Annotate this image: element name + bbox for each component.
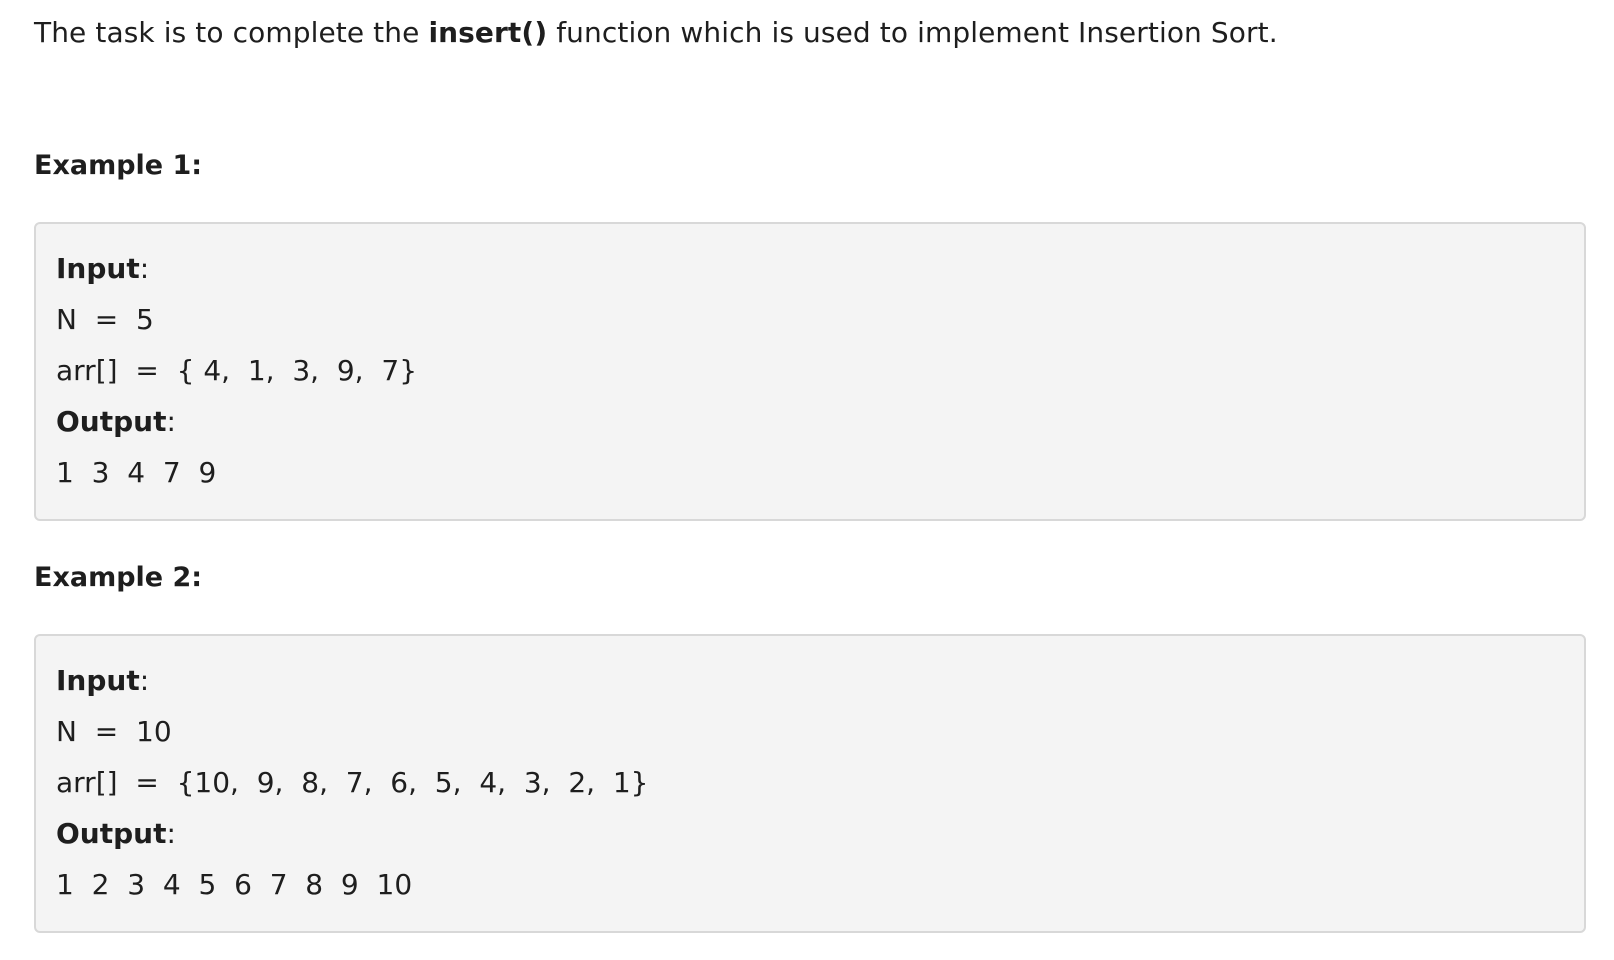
task-statement-suffix: function which is used to implement Inse… <box>547 16 1278 49</box>
output-value: 1 3 4 7 9 <box>56 456 217 489</box>
output-label: Output: <box>56 817 176 850</box>
example-2-box: Input: N = 10 arr[] = {10, 9, 8, 7, 6, 5… <box>34 634 1586 933</box>
task-statement-prefix: The task is to complete the <box>34 16 429 49</box>
example-2-heading: Example 2: <box>34 562 203 593</box>
function-name: insert() <box>428 16 548 49</box>
array-value: arr[] = { 4, 1, 3, 9, 7} <box>56 354 418 387</box>
example-1-heading: Example 1: <box>34 150 203 181</box>
task-statement: The task is to complete the insert() fun… <box>34 14 1278 52</box>
n-value: N = 5 <box>56 303 154 336</box>
output-value: 1 2 3 4 5 6 7 8 9 10 <box>56 868 413 901</box>
example-1-box: Input: N = 5 arr[] = { 4, 1, 3, 9, 7} Ou… <box>34 222 1586 521</box>
input-label: Input: <box>56 664 150 697</box>
output-label: Output: <box>56 405 176 438</box>
n-value: N = 10 <box>56 715 172 748</box>
input-label: Input: <box>56 252 150 285</box>
array-value: arr[] = {10, 9, 8, 7, 6, 5, 4, 3, 2, 1} <box>56 766 649 799</box>
